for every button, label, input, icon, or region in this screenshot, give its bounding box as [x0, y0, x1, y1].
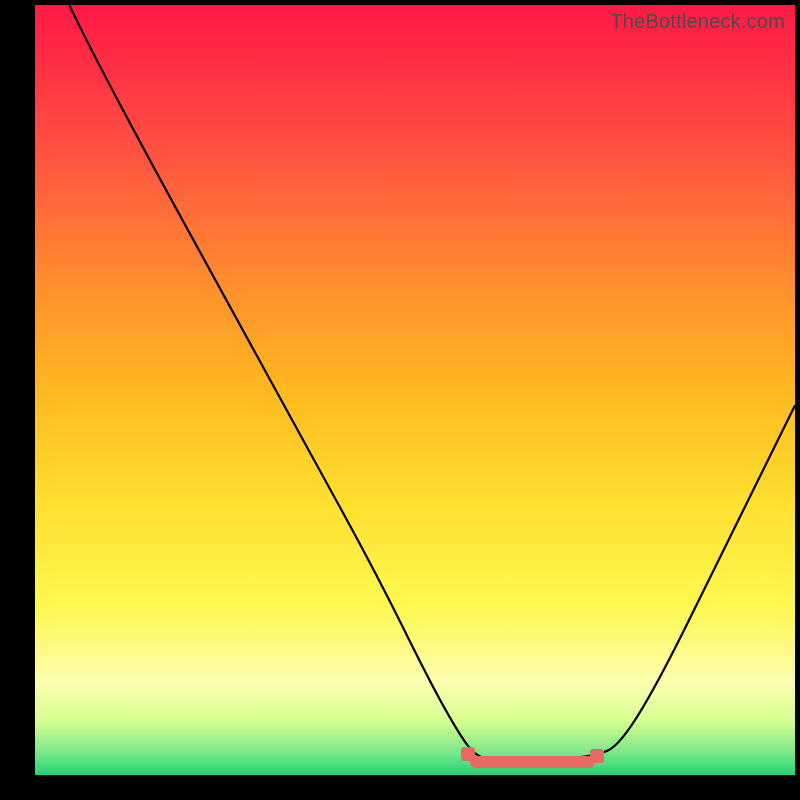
- bottleneck-curve: [35, 5, 795, 775]
- chart-frame: TheBottleneck.com: [35, 5, 795, 775]
- optimal-range-end-marker: [590, 749, 604, 763]
- optimal-range-bar: [470, 756, 595, 768]
